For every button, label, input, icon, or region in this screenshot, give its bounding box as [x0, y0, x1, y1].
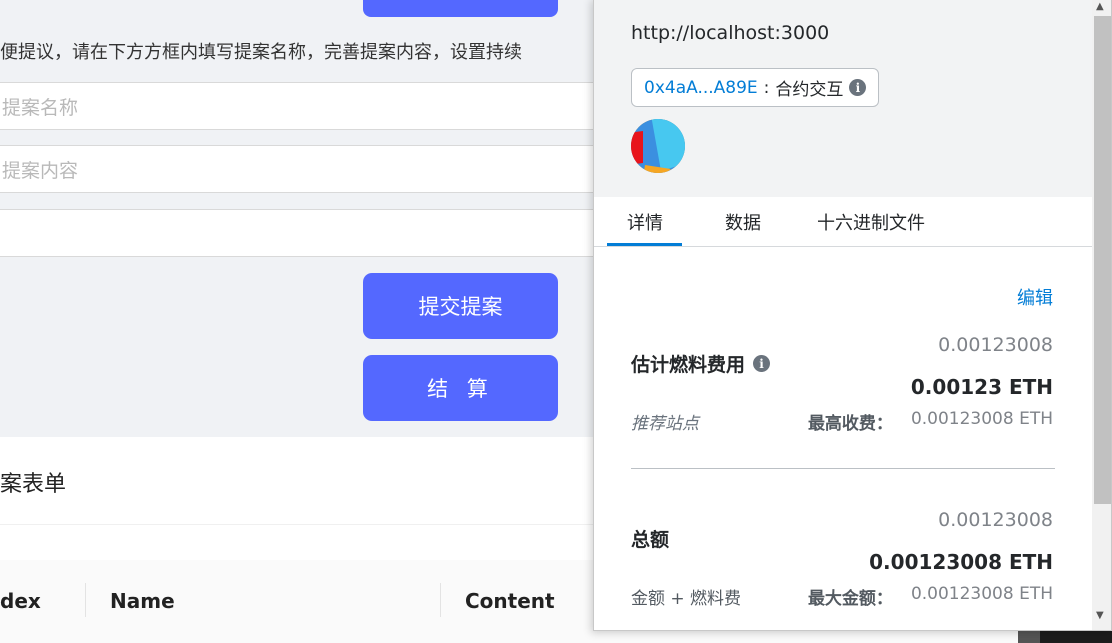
- metamask-popup: http://localhost:3000 0x4aA...A89E : 合约交…: [593, 0, 1112, 631]
- gas-fee-primary: 0.00123 ETH: [910, 375, 1053, 399]
- tab-data[interactable]: 数据: [725, 209, 761, 235]
- proposal-list-title: 案表单: [0, 472, 67, 497]
- info-icon[interactable]: i: [849, 79, 867, 96]
- gas-fee-note: 推荐站点: [631, 414, 699, 434]
- max-fee-value: 0.00123008 ETH: [910, 409, 1053, 429]
- account-avatar: [631, 119, 685, 173]
- proposal-name-input[interactable]: 提案名称: [0, 82, 600, 130]
- proposal-content-placeholder: 提案内容: [2, 159, 79, 182]
- max-fee-label: 最高收费：: [807, 414, 893, 434]
- site-origin: http://localhost:3000: [631, 22, 830, 44]
- total-primary: 0.00123008 ETH: [869, 550, 1053, 574]
- contract-address[interactable]: 0x4aA...A89E: [644, 78, 758, 98]
- settle-button[interactable]: 结 算: [363, 355, 558, 421]
- account-chip[interactable]: 0x4aA...A89E : 合约交互 i: [631, 68, 880, 107]
- gas-fee-label-row: 估计燃料费用 i: [631, 350, 771, 377]
- column-header-content: Content: [465, 589, 555, 613]
- gas-fee-label: 估计燃料费用: [631, 354, 746, 376]
- top-button[interactable]: [363, 0, 558, 17]
- scroll-up-icon[interactable]: ▲: [1096, 1, 1104, 12]
- max-amount-label: 最大金额：: [807, 589, 893, 609]
- scroll-down-icon[interactable]: ▼: [1096, 610, 1104, 621]
- gas-fee-secondary: 0.00123008: [938, 334, 1053, 356]
- list-divider: [0, 524, 600, 525]
- submit-proposal-button[interactable]: 提交提案: [363, 273, 558, 339]
- edit-link[interactable]: 编辑: [1017, 284, 1053, 310]
- chip-separator: :: [763, 77, 770, 98]
- jazzicon-icon: [631, 119, 685, 173]
- max-fee-row: 最高收费： 0.00123008 ETH: [808, 409, 1053, 434]
- column-header-name: Name: [110, 589, 175, 613]
- column-separator: [440, 583, 441, 617]
- transaction-kind: 合约交互: [775, 80, 844, 100]
- scrollbar-thumb[interactable]: [1094, 16, 1111, 504]
- total-note: 金额 + 燃料费: [631, 589, 742, 609]
- total-label: 总额: [631, 529, 670, 551]
- tab-bar: 详情 数据 十六进制文件: [594, 197, 1092, 247]
- intro-text: 便提议，请在下方方框内填写提案名称，完善提案内容，设置持续: [0, 42, 522, 63]
- column-header-index: dex: [0, 589, 41, 613]
- popup-header: http://localhost:3000 0x4aA...A89E : 合约交…: [594, 0, 1092, 197]
- proposal-content-input[interactable]: 提案内容: [0, 145, 600, 193]
- total-secondary: 0.00123008: [938, 509, 1053, 531]
- section-divider: [631, 468, 1055, 469]
- tab-hex[interactable]: 十六进制文件: [817, 209, 925, 235]
- max-amount-value: 0.00123008 ETH: [910, 584, 1053, 604]
- max-amount-row: 最大金额： 0.00123008 ETH: [808, 584, 1053, 609]
- active-tab-indicator: [607, 243, 682, 246]
- proposal-name-placeholder: 提案名称: [2, 96, 79, 119]
- column-separator: [85, 583, 86, 617]
- info-icon[interactable]: i: [753, 355, 771, 372]
- total-label-row: 总额: [631, 525, 669, 552]
- proposal-duration-input[interactable]: [0, 209, 600, 257]
- tab-details[interactable]: 详情: [627, 209, 663, 235]
